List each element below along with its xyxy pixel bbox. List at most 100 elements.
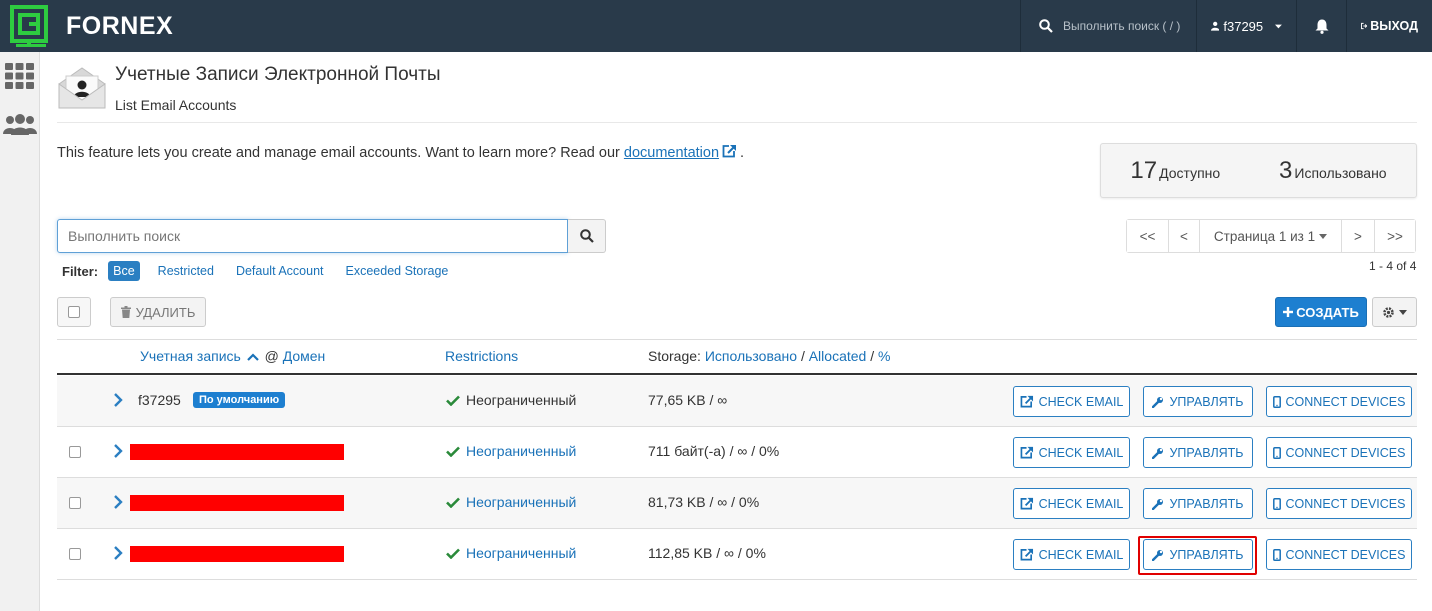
storage-usage: 81,73 KB / ∞ / 0% xyxy=(648,494,760,510)
sort-asc-icon xyxy=(246,353,259,361)
separator: / xyxy=(800,348,805,364)
wrench-icon xyxy=(1152,396,1164,408)
feature-suffix: . xyxy=(740,145,745,161)
results-range: 1 - 4 of 4 xyxy=(1369,259,1417,273)
prev-page-button[interactable]: < xyxy=(1169,220,1200,252)
expand-chevron-icon[interactable] xyxy=(111,492,125,512)
pagination: << < Страница 1 из 1 > >> xyxy=(1126,219,1416,253)
feature-text: This feature lets you create and manage … xyxy=(57,145,620,161)
user-icon xyxy=(1211,21,1220,31)
brand-logo[interactable]: FORNEX xyxy=(0,0,173,52)
row-checkbox[interactable] xyxy=(69,497,81,509)
checkmark-icon xyxy=(446,446,460,457)
manage-button[interactable]: УПРАВЛЯТЬ xyxy=(1143,386,1253,417)
select-all-checkbox[interactable] xyxy=(57,297,91,327)
email-accounts-icon xyxy=(58,67,106,109)
search-icon xyxy=(579,229,594,243)
mobile-icon xyxy=(1272,395,1281,408)
expand-chevron-icon[interactable] xyxy=(111,390,125,410)
search-button[interactable] xyxy=(568,219,606,253)
check-email-button[interactable]: CHECK EMAIL xyxy=(1013,437,1130,468)
side-rail xyxy=(0,52,40,611)
filter-restricted[interactable]: Restricted xyxy=(158,264,214,278)
top-navbar: FORNEX Выполнить поиск ( / ) f37295 ВЫХО… xyxy=(0,0,1432,52)
logout-button[interactable]: ВЫХОД xyxy=(1346,0,1432,52)
search-input[interactable] xyxy=(57,219,568,253)
check-email-button[interactable]: CHECK EMAIL xyxy=(1013,488,1130,519)
check-email-button[interactable]: CHECK EMAIL xyxy=(1013,539,1130,570)
connect-devices-button[interactable]: CONNECT DEVICES xyxy=(1266,488,1412,519)
wrench-icon xyxy=(1152,498,1164,510)
col-used-link[interactable]: Использовано xyxy=(705,348,797,364)
page-subtitle: List Email Accounts xyxy=(115,97,237,113)
fornex-logo-icon xyxy=(10,5,48,47)
manage-button[interactable]: УПРАВЛЯТЬ xyxy=(1143,437,1253,468)
next-page-button[interactable]: > xyxy=(1342,220,1375,252)
mobile-icon xyxy=(1272,497,1281,510)
separator: / xyxy=(870,348,875,364)
documentation-link[interactable]: documentation xyxy=(624,145,737,161)
external-link-icon xyxy=(1020,395,1033,408)
external-link-icon xyxy=(1020,497,1033,510)
search-bar xyxy=(57,219,606,253)
checkbox-box xyxy=(68,306,80,318)
logout-icon xyxy=(1361,22,1368,30)
col-percent-link[interactable]: % xyxy=(878,348,890,364)
storage-usage: 711 байт(-а) / ∞ / 0% xyxy=(648,443,780,459)
filter-default-account[interactable]: Default Account xyxy=(236,264,324,278)
row-checkbox[interactable] xyxy=(69,548,81,560)
create-label: СОЗДАТЬ xyxy=(1296,304,1359,320)
col-restrictions-link[interactable]: Restrictions xyxy=(445,348,518,364)
default-badge: По умолчанию xyxy=(193,392,286,408)
restriction-status[interactable]: Неограниченный xyxy=(446,494,576,510)
header-divider xyxy=(57,122,1417,123)
expand-chevron-icon[interactable] xyxy=(111,441,125,461)
row-checkbox[interactable] xyxy=(69,446,81,458)
last-page-button[interactable]: >> xyxy=(1375,220,1415,252)
redacted-account-name xyxy=(130,495,344,511)
page-select[interactable]: Страница 1 из 1 xyxy=(1200,220,1342,252)
restriction-status[interactable]: Неограниченный xyxy=(446,545,576,561)
account-name: f37295 xyxy=(138,392,181,408)
manage-button[interactable]: УПРАВЛЯТЬ xyxy=(1143,488,1253,519)
col-storage: Storage: Использовано / Allocated / % xyxy=(648,348,890,364)
external-link-icon xyxy=(1020,548,1033,561)
caret-down-icon xyxy=(1399,309,1407,315)
col-allocated-link[interactable]: Allocated xyxy=(809,348,867,364)
redacted-account-name xyxy=(130,444,344,460)
user-menu[interactable]: f37295 xyxy=(1196,0,1296,52)
check-email-button[interactable]: CHECK EMAIL xyxy=(1013,386,1130,417)
table-header: Учетная запись @ Домен Restrictions Stor… xyxy=(57,339,1417,375)
stat-used: 3 Использовано xyxy=(1279,156,1387,184)
global-search-placeholder: Выполнить поиск ( / ) xyxy=(1063,19,1181,33)
filter-all[interactable]: Все xyxy=(108,261,140,281)
connect-devices-button[interactable]: CONNECT DEVICES xyxy=(1266,539,1412,570)
col-account-link[interactable]: Учетная запись xyxy=(140,348,241,364)
col-at: @ xyxy=(264,348,279,364)
apps-grid-icon[interactable] xyxy=(5,63,35,89)
sort-account-header[interactable]: Учетная запись @ Домен xyxy=(140,348,325,364)
filter-exceeded-storage[interactable]: Exceeded Storage xyxy=(346,264,449,278)
settings-dropdown[interactable] xyxy=(1372,297,1417,327)
delete-button[interactable]: УДАЛИТЬ xyxy=(110,297,206,327)
mobile-icon xyxy=(1272,548,1281,561)
page-title: Учетные Записи Электронной Почты xyxy=(115,64,441,85)
account-stats: 17 Доступно 3 Использовано xyxy=(1100,143,1417,198)
col-domain-link[interactable]: Домен xyxy=(283,348,326,364)
trash-icon xyxy=(120,306,131,318)
caret-down-icon xyxy=(1275,24,1282,28)
restriction-status[interactable]: Неограниченный xyxy=(446,443,576,459)
checkmark-icon xyxy=(446,395,460,406)
global-search[interactable]: Выполнить поиск ( / ) xyxy=(1020,0,1196,52)
connect-devices-button[interactable]: CONNECT DEVICES xyxy=(1266,386,1412,417)
expand-chevron-icon[interactable] xyxy=(111,543,125,563)
wrench-icon xyxy=(1152,447,1164,459)
notifications-button[interactable] xyxy=(1296,0,1346,52)
create-button[interactable]: СОЗДАТЬ xyxy=(1275,297,1367,327)
connect-devices-button[interactable]: CONNECT DEVICES xyxy=(1266,437,1412,468)
storage-prefix: Storage: xyxy=(648,348,701,364)
storage-usage: 77,65 KB / ∞ xyxy=(648,392,728,408)
first-page-button[interactable]: << xyxy=(1127,220,1169,252)
users-group-icon[interactable] xyxy=(2,114,38,136)
mobile-icon xyxy=(1272,446,1281,459)
